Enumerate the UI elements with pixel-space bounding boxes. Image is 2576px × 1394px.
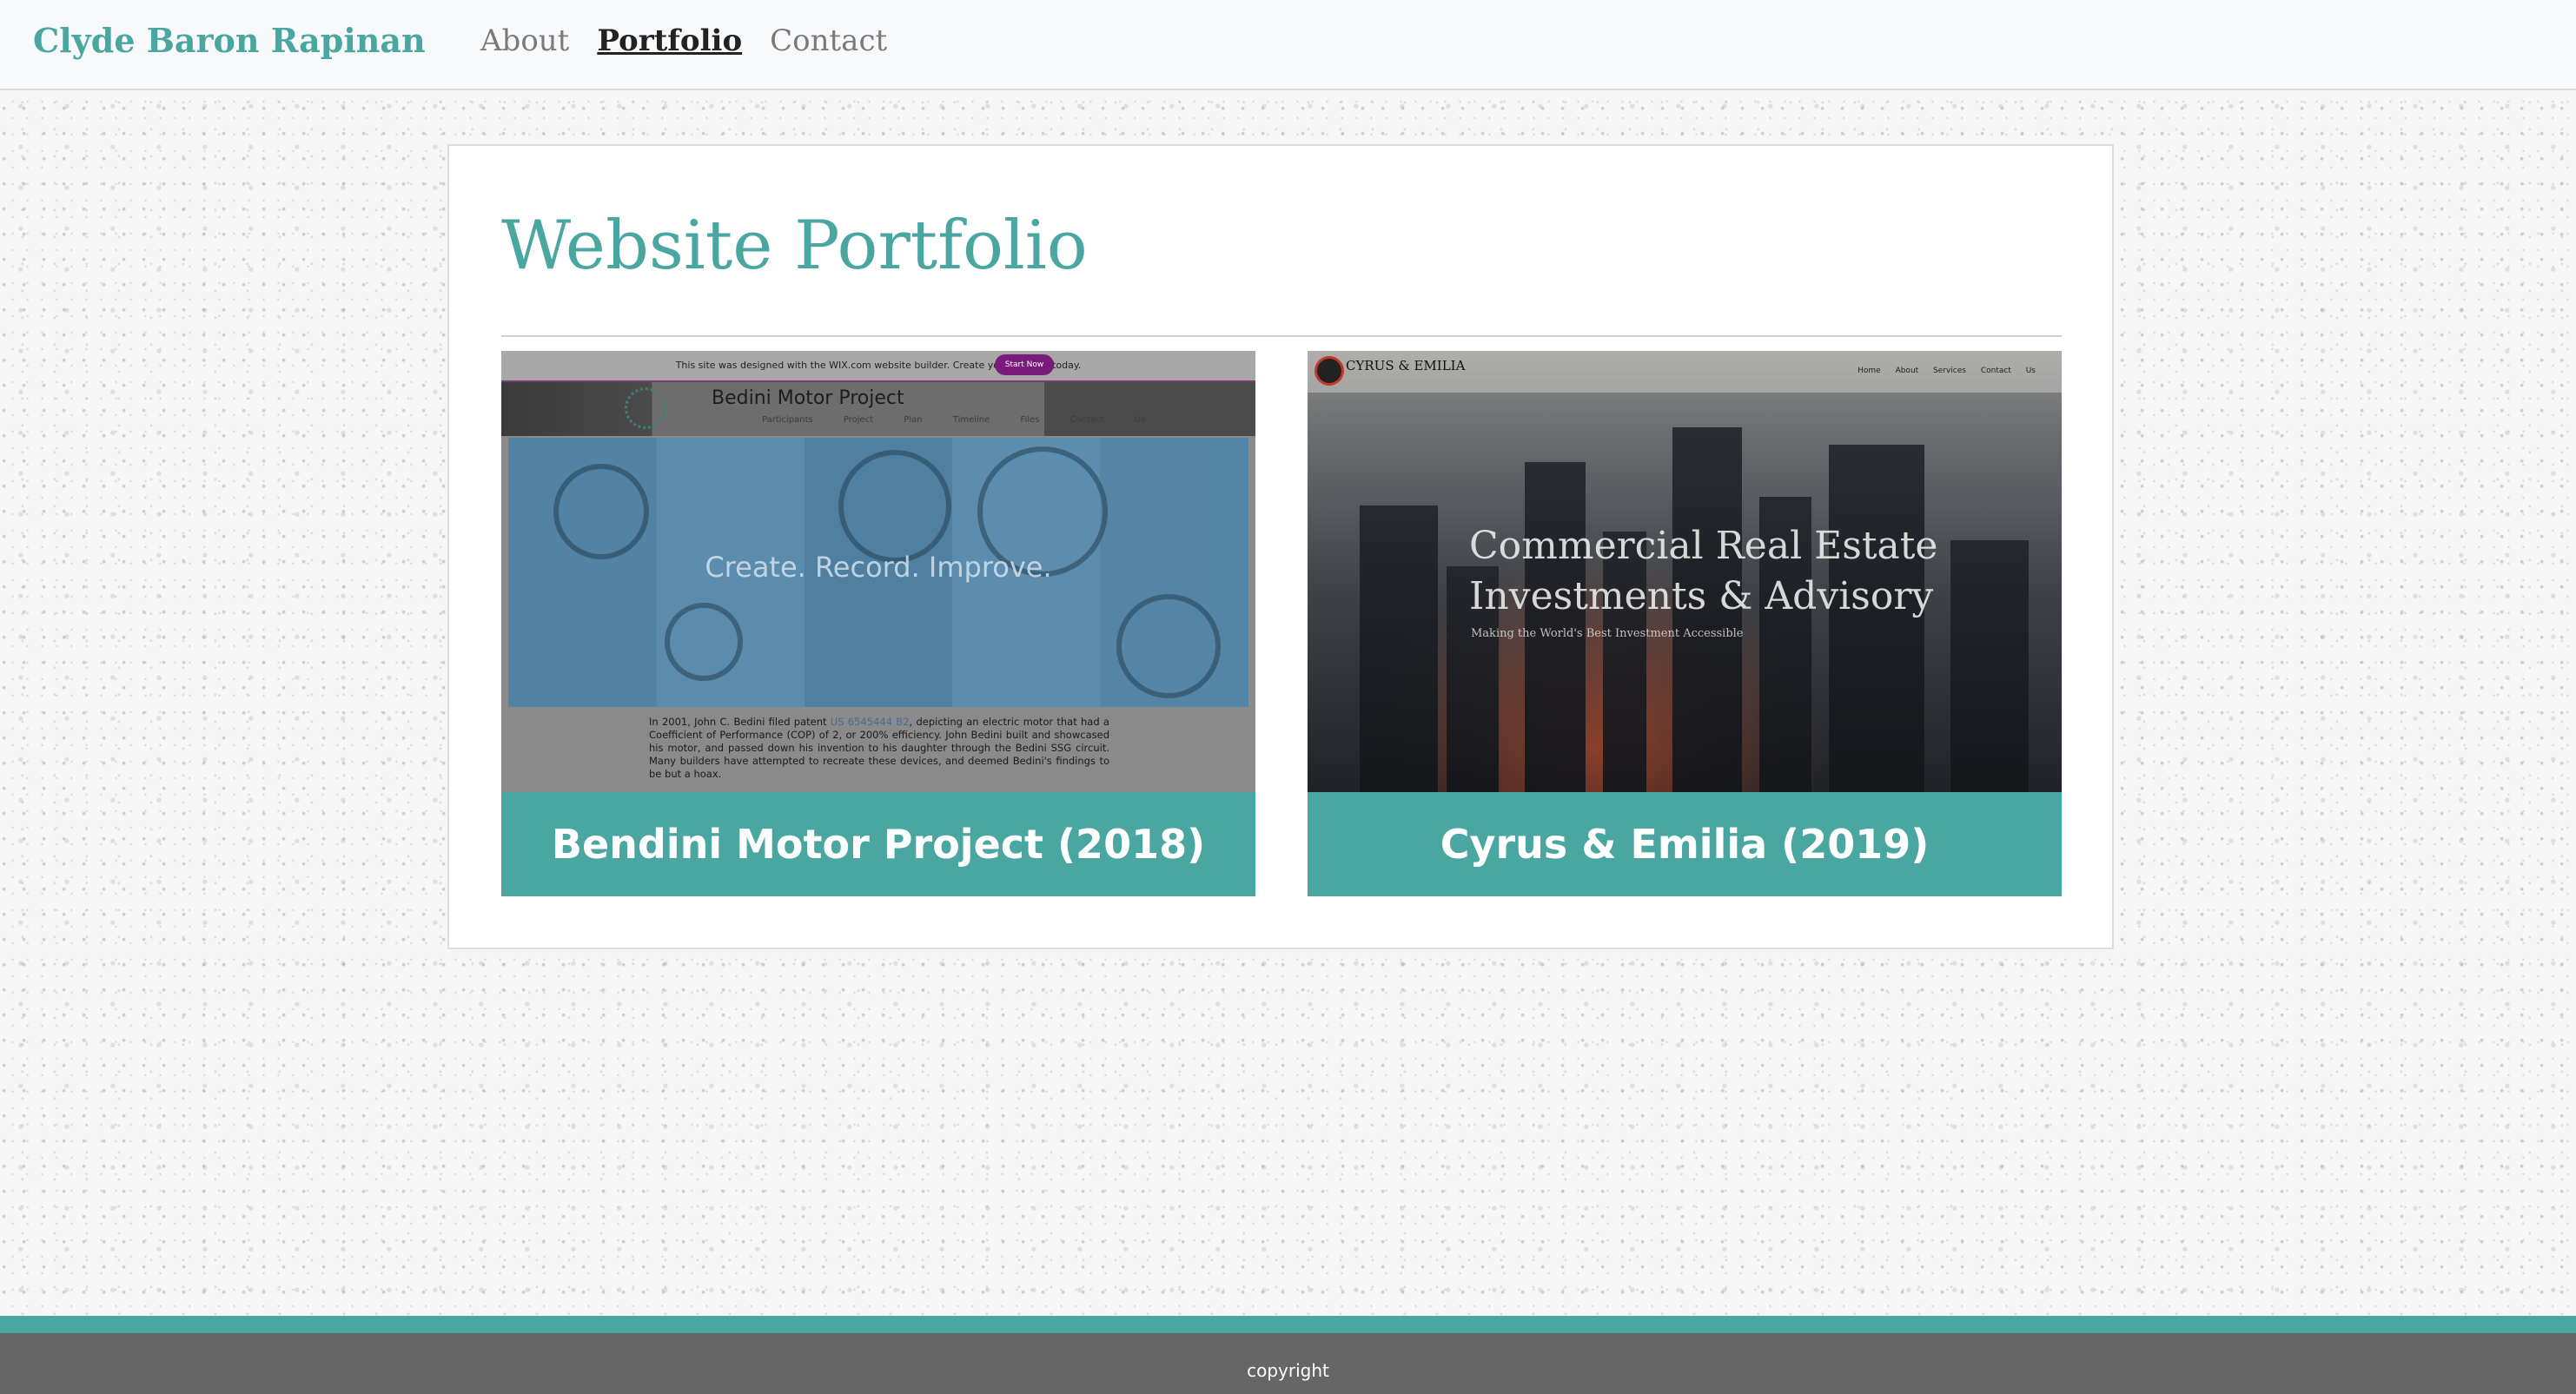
wix-banner: This site was designed with the WIX.com … <box>501 351 1255 380</box>
preview-site-header: CYRUS & EMILIA Home About Services Conta… <box>1308 351 2062 393</box>
nav-link-about[interactable]: About <box>480 19 569 63</box>
preview-brand: CYRUS & EMILIA <box>1346 358 1466 373</box>
nav-link-contact[interactable]: Contact <box>770 19 887 63</box>
preview-site-menu: Home About Services Contact Us <box>1858 367 2036 375</box>
project-caption-cyrus-emilia: Cyrus & Emilia (2019) <box>1308 792 2062 896</box>
preview-subline: Making the World's Best Investment Acces… <box>1471 627 1744 640</box>
footer-copyright: copyright <box>1247 1360 1329 1381</box>
brand-link[interactable]: Clyde Baron Rapinan <box>33 19 426 63</box>
gear-icon <box>553 464 649 559</box>
top-navbar: Clyde Baron Rapinan About Portfolio Cont… <box>0 0 2576 90</box>
preview-site-title: Bedini Motor Project <box>712 387 904 409</box>
project-thumbnail-cyrus-emilia: CYRUS & EMILIA Home About Services Conta… <box>1308 351 2062 792</box>
project-thumbnail-bedini: This site was designed with the WIX.com … <box>501 351 1255 792</box>
project-card-bedini[interactable]: This site was designed with the WIX.com … <box>501 351 1255 896</box>
footer: copyright <box>0 1333 2576 1394</box>
page-title: Website Portfolio <box>501 207 1088 285</box>
preview-body-text: In 2001, John C. Bedini filed patent US … <box>649 716 1109 780</box>
footer-accent-bar <box>0 1316 2576 1333</box>
gear-icon <box>838 450 951 563</box>
preview-site-menu: Participants Project Plan Timeline Files… <box>762 415 1146 425</box>
gear-icon <box>1116 594 1221 698</box>
preview-hero-text: Create. Record. Improve. <box>705 551 1052 584</box>
project-card-cyrus-emilia[interactable]: CYRUS & EMILIA Home About Services Conta… <box>1308 351 2062 896</box>
preview-headline: Commercial Real Estate Investments & Adv… <box>1469 524 1938 618</box>
nav-link-portfolio[interactable]: Portfolio <box>597 19 742 63</box>
ce-logo-icon <box>1314 356 1344 386</box>
preview-site-header: Bedini Motor Project Participants Projec… <box>501 380 1255 436</box>
title-divider <box>501 335 2062 337</box>
nav-links: About Portfolio Contact <box>480 19 887 63</box>
preview-hero-image: Create. Record. Improve. <box>508 438 1248 707</box>
gear-icon <box>665 603 743 681</box>
gear-logo-icon <box>625 387 666 429</box>
portfolio-card: Website Portfolio This site was designed… <box>447 144 2114 949</box>
project-caption-bedini: Bendini Motor Project (2018) <box>501 792 1255 896</box>
patent-link: US 6545444 B2 <box>830 716 910 728</box>
wix-start-button: Start Now <box>995 354 1054 375</box>
